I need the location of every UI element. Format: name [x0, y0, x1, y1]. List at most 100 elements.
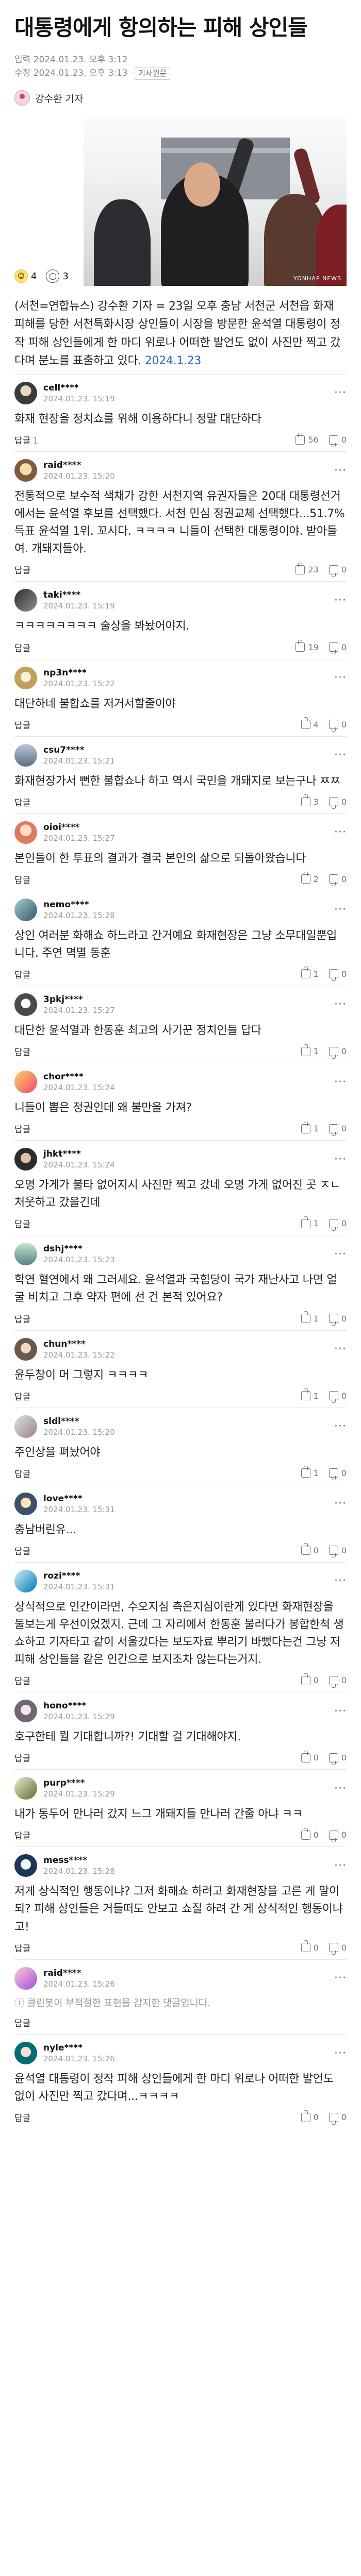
upvote-button[interactable]: 0: [301, 2110, 319, 2122]
more-options-icon[interactable]: ···: [334, 464, 347, 477]
reporter[interactable]: 강수환 기자: [14, 90, 347, 106]
commenter-nick[interactable]: 3pkj****: [43, 994, 115, 1005]
more-options-icon[interactable]: ···: [334, 998, 347, 1011]
more-options-icon[interactable]: ···: [334, 1859, 347, 1872]
commenter-avatar[interactable]: [14, 1700, 37, 1723]
upvote-button[interactable]: 1: [301, 967, 319, 979]
upvote-button[interactable]: 0: [301, 1543, 319, 1555]
commenter-avatar[interactable]: [14, 1569, 37, 1592]
commenter-nick[interactable]: raid****: [43, 460, 115, 470]
commenter-avatar[interactable]: [14, 1337, 37, 1361]
downvote-button[interactable]: 0: [329, 1943, 347, 1953]
downvote-button[interactable]: 0: [329, 1314, 347, 1324]
reply-button[interactable]: 답글: [14, 1045, 32, 1058]
more-options-icon[interactable]: ···: [334, 671, 347, 684]
commenter-avatar[interactable]: [14, 666, 37, 689]
more-options-icon[interactable]: ···: [334, 2047, 347, 2060]
commenter-avatar[interactable]: [14, 1967, 37, 1990]
commenter-nick[interactable]: chun****: [43, 1339, 115, 1349]
more-options-icon[interactable]: ···: [334, 1343, 347, 1355]
commenter-nick[interactable]: mess****: [43, 1855, 115, 1866]
commenter-avatar[interactable]: [14, 1777, 37, 1800]
downvote-button[interactable]: 0: [329, 797, 347, 807]
more-options-icon[interactable]: ···: [334, 749, 347, 761]
reply-button[interactable]: 답글: [14, 563, 32, 576]
more-options-icon[interactable]: ···: [334, 1076, 347, 1089]
commenter-avatar[interactable]: [14, 1071, 37, 1094]
downvote-button[interactable]: 0: [329, 642, 347, 652]
commenter-avatar[interactable]: [14, 2042, 37, 2065]
upvote-button[interactable]: 23: [296, 562, 319, 574]
upvote-button[interactable]: 1: [301, 1216, 319, 1228]
downvote-button[interactable]: 0: [329, 1830, 347, 1840]
commenter-nick[interactable]: sldl****: [43, 1416, 115, 1427]
more-options-icon[interactable]: ···: [334, 594, 347, 607]
reply-button[interactable]: 답글: [14, 1941, 32, 1954]
upvote-button[interactable]: 2: [301, 872, 319, 884]
downvote-button[interactable]: 0: [329, 1753, 347, 1762]
downvote-button[interactable]: 0: [329, 720, 347, 730]
commenter-nick[interactable]: rozi****: [43, 1571, 115, 1581]
more-options-icon[interactable]: ···: [334, 1248, 347, 1261]
upvote-button[interactable]: 0: [301, 1750, 319, 1762]
like-stat[interactable]: ☺ 4: [14, 269, 37, 283]
commenter-avatar[interactable]: [14, 459, 37, 482]
reply-button[interactable]: 답글: [14, 1217, 32, 1230]
upvote-button[interactable]: 19: [296, 640, 319, 652]
downvote-button[interactable]: 0: [329, 1468, 347, 1478]
downvote-button[interactable]: 0: [329, 1124, 347, 1133]
commenter-avatar[interactable]: [14, 1492, 37, 1515]
commenter-avatar[interactable]: [14, 381, 37, 404]
commenter-avatar[interactable]: [14, 1148, 37, 1171]
commenter-nick[interactable]: purp****: [43, 1778, 115, 1788]
more-options-icon[interactable]: ···: [334, 1420, 347, 1433]
reply-button[interactable]: 답글: [14, 2016, 32, 2029]
commenter-nick[interactable]: chor****: [43, 1072, 115, 1082]
commenter-avatar[interactable]: [14, 821, 37, 844]
reply-button[interactable]: 답글: [14, 641, 32, 654]
downvote-button[interactable]: 0: [329, 969, 347, 979]
more-options-icon[interactable]: ···: [334, 1497, 347, 1510]
reply-button[interactable]: 답글: [14, 1312, 32, 1325]
commenter-nick[interactable]: csu7****: [43, 745, 115, 755]
commenter-nick[interactable]: taki****: [43, 590, 115, 600]
more-options-icon[interactable]: ···: [334, 1574, 347, 1587]
upvote-button[interactable]: 1: [301, 1466, 319, 1478]
article-photo[interactable]: YONHAP NEWS: [84, 117, 347, 286]
reply-button[interactable]: 답글: [14, 1389, 32, 1402]
commenter-nick[interactable]: nemo****: [43, 900, 115, 910]
commenter-avatar[interactable]: [14, 898, 37, 921]
downvote-button[interactable]: 0: [329, 1391, 347, 1401]
downvote-button[interactable]: 0: [329, 2112, 347, 2122]
commenter-nick[interactable]: raid****: [43, 1968, 115, 1978]
reply-button[interactable]: 답글: [14, 873, 32, 886]
commenter-avatar[interactable]: [14, 589, 37, 612]
reply-button[interactable]: 답글: [14, 795, 32, 808]
commenter-nick[interactable]: np3n****: [43, 668, 115, 678]
upvote-button[interactable]: 1: [301, 1044, 319, 1056]
more-options-icon[interactable]: ···: [334, 1705, 347, 1718]
downvote-button[interactable]: 0: [329, 1546, 347, 1555]
comment-stat[interactable]: ◯ 3: [46, 269, 69, 283]
commenter-avatar[interactable]: [14, 1415, 37, 1438]
upvote-button[interactable]: 0: [301, 1940, 319, 1953]
more-options-icon[interactable]: ···: [334, 1153, 347, 1166]
more-options-icon[interactable]: ···: [334, 903, 347, 916]
upvote-button[interactable]: 56: [296, 432, 319, 445]
reply-button[interactable]: 답글: [14, 718, 32, 731]
downvote-button[interactable]: 0: [329, 1218, 347, 1228]
downvote-button[interactable]: 0: [329, 874, 347, 884]
reply-button[interactable]: 답글: [14, 1751, 32, 1764]
reply-button[interactable]: 답글: [14, 1544, 32, 1557]
downvote-button[interactable]: 0: [329, 565, 347, 574]
upvote-button[interactable]: 3: [301, 794, 319, 807]
upvote-button[interactable]: 1: [301, 1311, 319, 1324]
upvote-button[interactable]: 1: [301, 1121, 319, 1133]
commenter-avatar[interactable]: [14, 1243, 37, 1266]
commenter-nick[interactable]: oioi****: [43, 822, 115, 833]
upvote-button[interactable]: 0: [301, 1827, 319, 1840]
commenter-avatar[interactable]: [14, 743, 37, 767]
downvote-button[interactable]: 0: [329, 1046, 347, 1056]
commenter-nick[interactable]: love****: [43, 1494, 115, 1504]
reply-button[interactable]: 답글: [14, 968, 32, 980]
